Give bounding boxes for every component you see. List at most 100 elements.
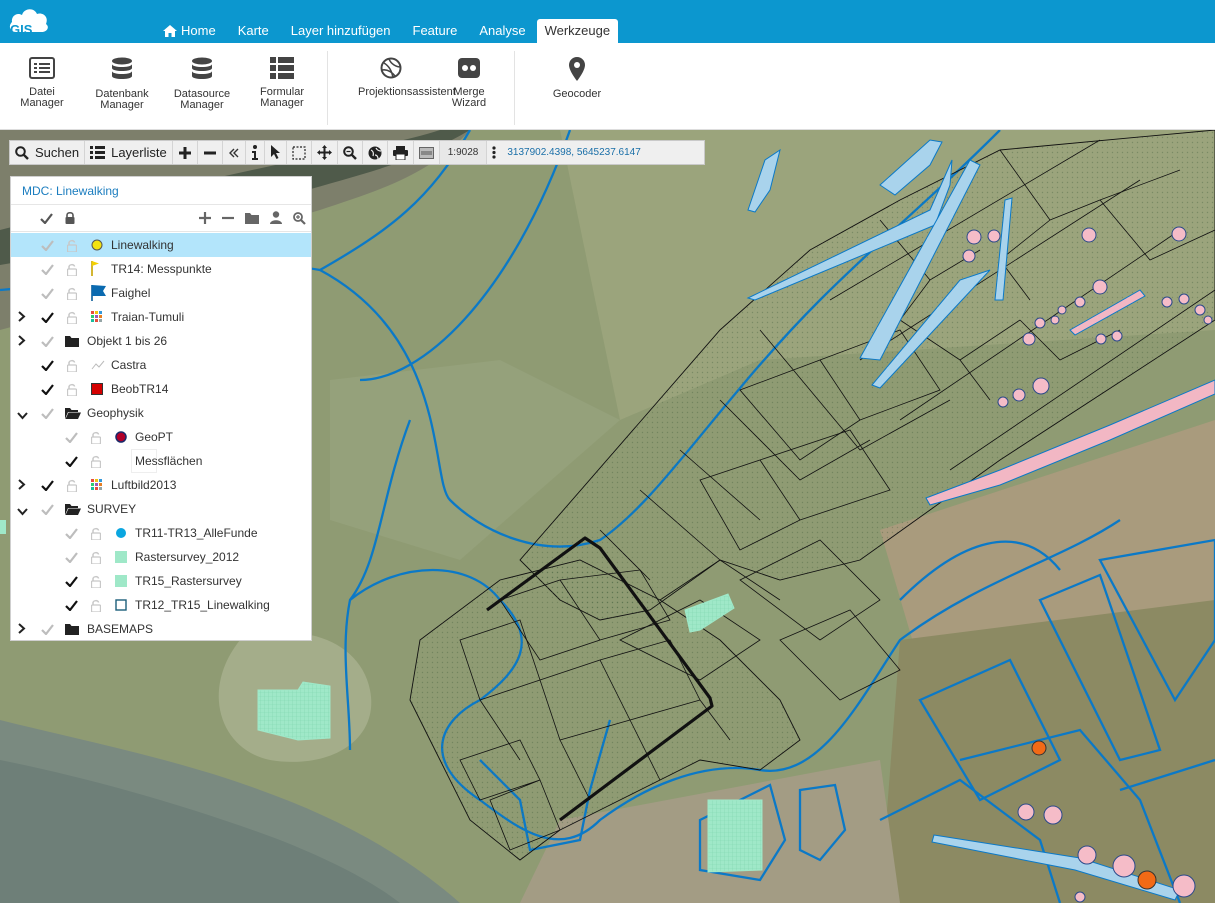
datenbank-manager-button[interactable]: Datenbank Manager — [92, 57, 152, 111]
chevron-down-icon[interactable] — [17, 409, 28, 423]
layer-row[interactable]: TR11-TR13_AlleFunde — [11, 521, 311, 545]
tab-karte[interactable]: Karte — [227, 19, 280, 43]
visibility-checkbox[interactable] — [41, 504, 54, 518]
visibility-checkbox[interactable] — [41, 288, 54, 302]
info-button[interactable] — [246, 141, 265, 164]
layer-label: BeobTR14 — [111, 382, 169, 396]
folder-icon[interactable] — [245, 212, 259, 224]
zoom-to-layer-icon[interactable] — [293, 212, 306, 225]
chevron-right-icon[interactable] — [17, 479, 26, 493]
form-list-icon — [270, 57, 294, 79]
geocoder-button[interactable]: Geocoder — [548, 57, 606, 100]
layer-row[interactable]: Messflächen — [11, 449, 311, 473]
layer-row[interactable]: SURVEY — [11, 497, 311, 521]
full-extent-button[interactable] — [363, 141, 388, 164]
visibility-checkbox[interactable] — [65, 528, 78, 542]
chevron-down-icon[interactable] — [17, 505, 28, 519]
search-button[interactable]: Suchen — [10, 141, 86, 164]
layer-row[interactable]: TR12_TR15_Linewalking — [11, 593, 311, 617]
lock-icon[interactable] — [90, 599, 102, 615]
lock-icon[interactable] — [66, 479, 78, 495]
check-all-icon[interactable] — [40, 213, 53, 224]
folder-label: BASEMAPS — [87, 622, 154, 636]
print-button[interactable] — [388, 141, 414, 164]
tab-home[interactable]: Home — [152, 19, 227, 43]
layer-row[interactable]: Luftbild2013 — [11, 473, 311, 497]
previous-extent-button[interactable] — [223, 141, 246, 164]
visibility-checkbox[interactable] — [65, 432, 78, 446]
layer-row[interactable]: BeobTR14 — [11, 377, 311, 401]
datasource-manager-button[interactable]: Datasource Manager — [170, 57, 234, 111]
lock-icon[interactable] — [90, 527, 102, 543]
projektionsassistent-button[interactable]: Projektionsassistent — [358, 57, 456, 98]
visibility-checkbox[interactable] — [65, 600, 78, 614]
layer-row[interactable]: Geophysik — [11, 401, 311, 425]
datei-manager-button[interactable]: Datei Manager — [14, 57, 70, 109]
folder-icon — [65, 335, 79, 350]
chevron-right-icon[interactable] — [17, 335, 26, 349]
zoom-box-button[interactable] — [338, 141, 363, 164]
top-navigation-bar: GIS Home Karte Layer hinzufügen Feature … — [0, 0, 1215, 43]
zoom-in-button[interactable] — [173, 141, 198, 164]
more-options-button[interactable] — [487, 141, 501, 164]
gis-logo[interactable]: GIS — [8, 4, 50, 38]
tab-layer-hinzufuegen-label: Layer hinzufügen — [290, 23, 391, 38]
visibility-checkbox[interactable] — [41, 384, 54, 398]
lock-icon[interactable] — [66, 239, 78, 255]
visibility-checkbox[interactable] — [41, 336, 54, 350]
tab-feature[interactable]: Feature — [402, 19, 469, 43]
lock-icon[interactable] — [90, 431, 102, 447]
user-icon[interactable] — [270, 211, 282, 224]
lock-icon[interactable] — [66, 311, 78, 327]
tab-analyse[interactable]: Analyse — [468, 19, 536, 43]
select-pointer-button[interactable] — [265, 141, 287, 164]
visibility-checkbox[interactable] — [65, 456, 78, 470]
pan-button[interactable] — [312, 141, 338, 164]
lock-icon[interactable] — [66, 263, 78, 279]
visibility-checkbox[interactable] — [41, 264, 54, 278]
visibility-checkbox[interactable] — [41, 240, 54, 254]
tab-werkzeuge[interactable]: Werkzeuge — [536, 19, 619, 43]
zoom-out-button[interactable] — [198, 141, 223, 164]
lock-icon[interactable] — [66, 287, 78, 303]
visibility-checkbox[interactable] — [41, 312, 54, 326]
layer-row[interactable]: Objekt 1 bis 26 — [11, 329, 311, 353]
visibility-checkbox[interactable] — [65, 576, 78, 590]
layer-row[interactable]: Faighel — [11, 281, 311, 305]
visibility-checkbox[interactable] — [41, 408, 54, 422]
layer-label: Faighel — [111, 286, 151, 300]
tab-layer-hinzufuegen[interactable]: Layer hinzufügen — [280, 19, 402, 43]
lock-icon[interactable] — [90, 455, 102, 471]
layer-row[interactable]: GeoPT — [11, 425, 311, 449]
layer-row[interactable]: Castra — [11, 353, 311, 377]
merge-wizard-button[interactable]: Merge Wizard — [448, 57, 490, 109]
lock-icon[interactable] — [90, 551, 102, 567]
layer-row[interactable]: BASEMAPS — [11, 617, 311, 641]
layer-panel: MDC: Linewalking Linewalking TR14: Messpu… — [10, 176, 312, 641]
layer-row[interactable]: TR15_Rastersurvey — [11, 569, 311, 593]
remove-layer-icon[interactable] — [222, 212, 234, 224]
cyan-circle-icon — [115, 527, 127, 542]
lock-icon[interactable] — [90, 575, 102, 591]
visibility-checkbox[interactable] — [41, 624, 54, 638]
formular-manager-button[interactable]: Formular Manager — [254, 57, 310, 109]
layer-row[interactable]: Traian-Tumuli — [11, 305, 311, 329]
chevron-right-icon[interactable] — [17, 311, 26, 325]
visibility-checkbox[interactable] — [41, 360, 54, 374]
lock-icon[interactable] — [66, 383, 78, 399]
measure-button[interactable] — [414, 141, 440, 164]
box-select-button[interactable] — [287, 141, 312, 164]
add-layer-icon[interactable] — [199, 212, 211, 224]
tab-werkzeuge-label: Werkzeuge — [544, 23, 611, 38]
layer-row[interactable]: Rastersurvey_2012 — [11, 545, 311, 569]
lock-all-icon[interactable] — [65, 211, 75, 224]
layer-row[interactable]: Linewalking — [11, 233, 311, 257]
layerlist-button[interactable]: Layerliste — [85, 141, 173, 164]
layer-row[interactable]: TR14: Messpunkte — [11, 257, 311, 281]
layer-label: Rastersurvey_2012 — [135, 550, 240, 564]
visibility-checkbox[interactable] — [65, 552, 78, 566]
double-chevron-left-icon — [228, 148, 239, 157]
chevron-right-icon[interactable] — [17, 623, 26, 637]
visibility-checkbox[interactable] — [41, 480, 54, 494]
lock-icon[interactable] — [66, 359, 78, 375]
